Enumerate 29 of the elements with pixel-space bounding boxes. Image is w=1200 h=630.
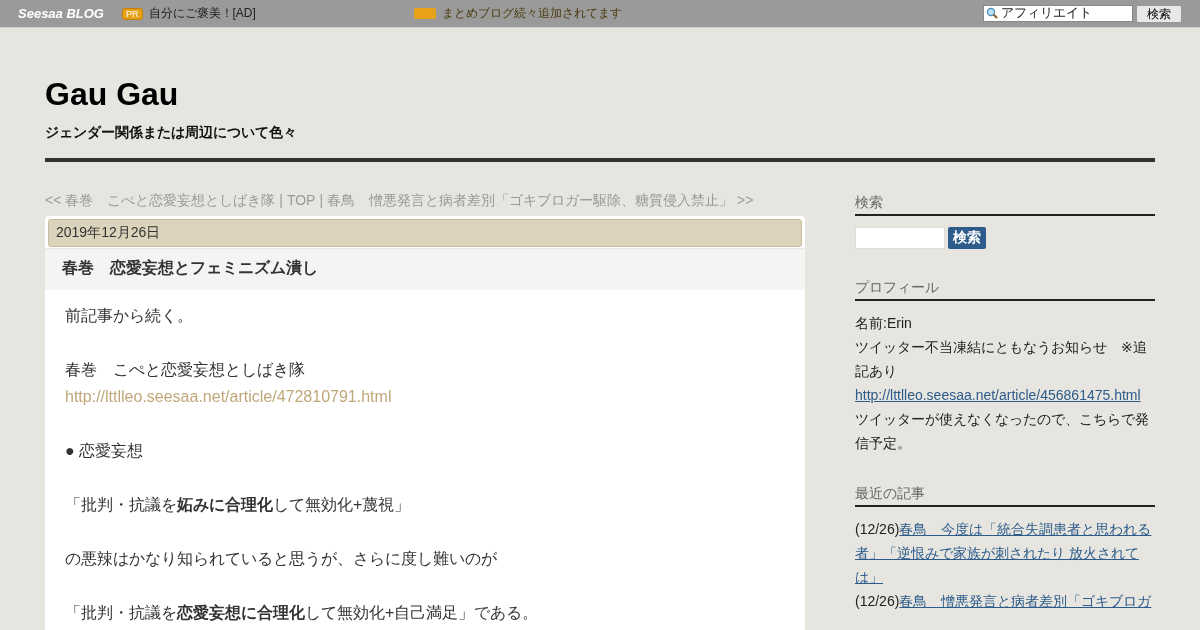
section-heading: 最近の記事 xyxy=(855,485,1155,507)
blog-title[interactable]: Gau Gau xyxy=(45,74,1155,114)
pr-badge: PR xyxy=(122,7,143,20)
paragraph: 「批判・抗議を妬みに合理化して無効化+蔑視」 xyxy=(65,495,412,515)
paragraph: 名前:Erin xyxy=(855,314,913,333)
search-button[interactable]: 検索 xyxy=(948,227,986,249)
separator: | xyxy=(279,192,283,210)
paragraph: ● 恋愛妄想 xyxy=(65,441,145,461)
recent-article-entry[interactable]: (12/26)春鳥 今度は「統合失調患者と思われる者」「逆恨みで家族が刺されたり 放火されては」 xyxy=(855,517,1155,589)
paragraph: ツイッター不当凍結にともなうお知らせ ※追記あり xyxy=(855,338,1148,381)
paragraph: の悪辣はかなり知られていると思うが、さらに度し難いのが xyxy=(65,549,498,569)
search-icon xyxy=(986,7,998,19)
notice-link[interactable]: まとめブログ続々追加されてます xyxy=(441,5,622,22)
section-heading: プロフィール xyxy=(855,279,1155,301)
section-heading: 検索 xyxy=(855,194,1155,216)
paragraph: 春巻 こぺと恋愛妄想としばき隊 xyxy=(65,360,306,380)
search-field[interactable] xyxy=(855,227,945,249)
paragraph: 前記事から続く。 xyxy=(65,306,194,326)
article-date: 2019年12月26日 xyxy=(48,219,802,247)
recent-article-entry[interactable]: (12/26)春鳥 憎悪発言と病者差別「ゴキブロガ xyxy=(855,589,1155,613)
search-button[interactable]: 検索 xyxy=(1136,4,1182,23)
paragraph: 「批判・抗議を恋愛妄想に合理化して無効化+自己満足」である。 xyxy=(65,603,540,623)
separator: | xyxy=(319,192,324,210)
search-field[interactable]: アフィリエイト xyxy=(983,4,1133,22)
paragraph: ツイッターが使えなくなったので、こちらで発信予定。 xyxy=(855,410,1150,453)
article-title: 春巻 恋愛妄想とフェミニズム潰し xyxy=(45,248,805,290)
link[interactable]: http://lttlleo.seesaa.net/article/456861475.html xyxy=(855,387,1141,403)
blog-subtitle: ジェンダー関係または周辺について色々 xyxy=(45,124,298,142)
ad-link[interactable]: 自分にご褒美！[AD] xyxy=(148,5,256,22)
